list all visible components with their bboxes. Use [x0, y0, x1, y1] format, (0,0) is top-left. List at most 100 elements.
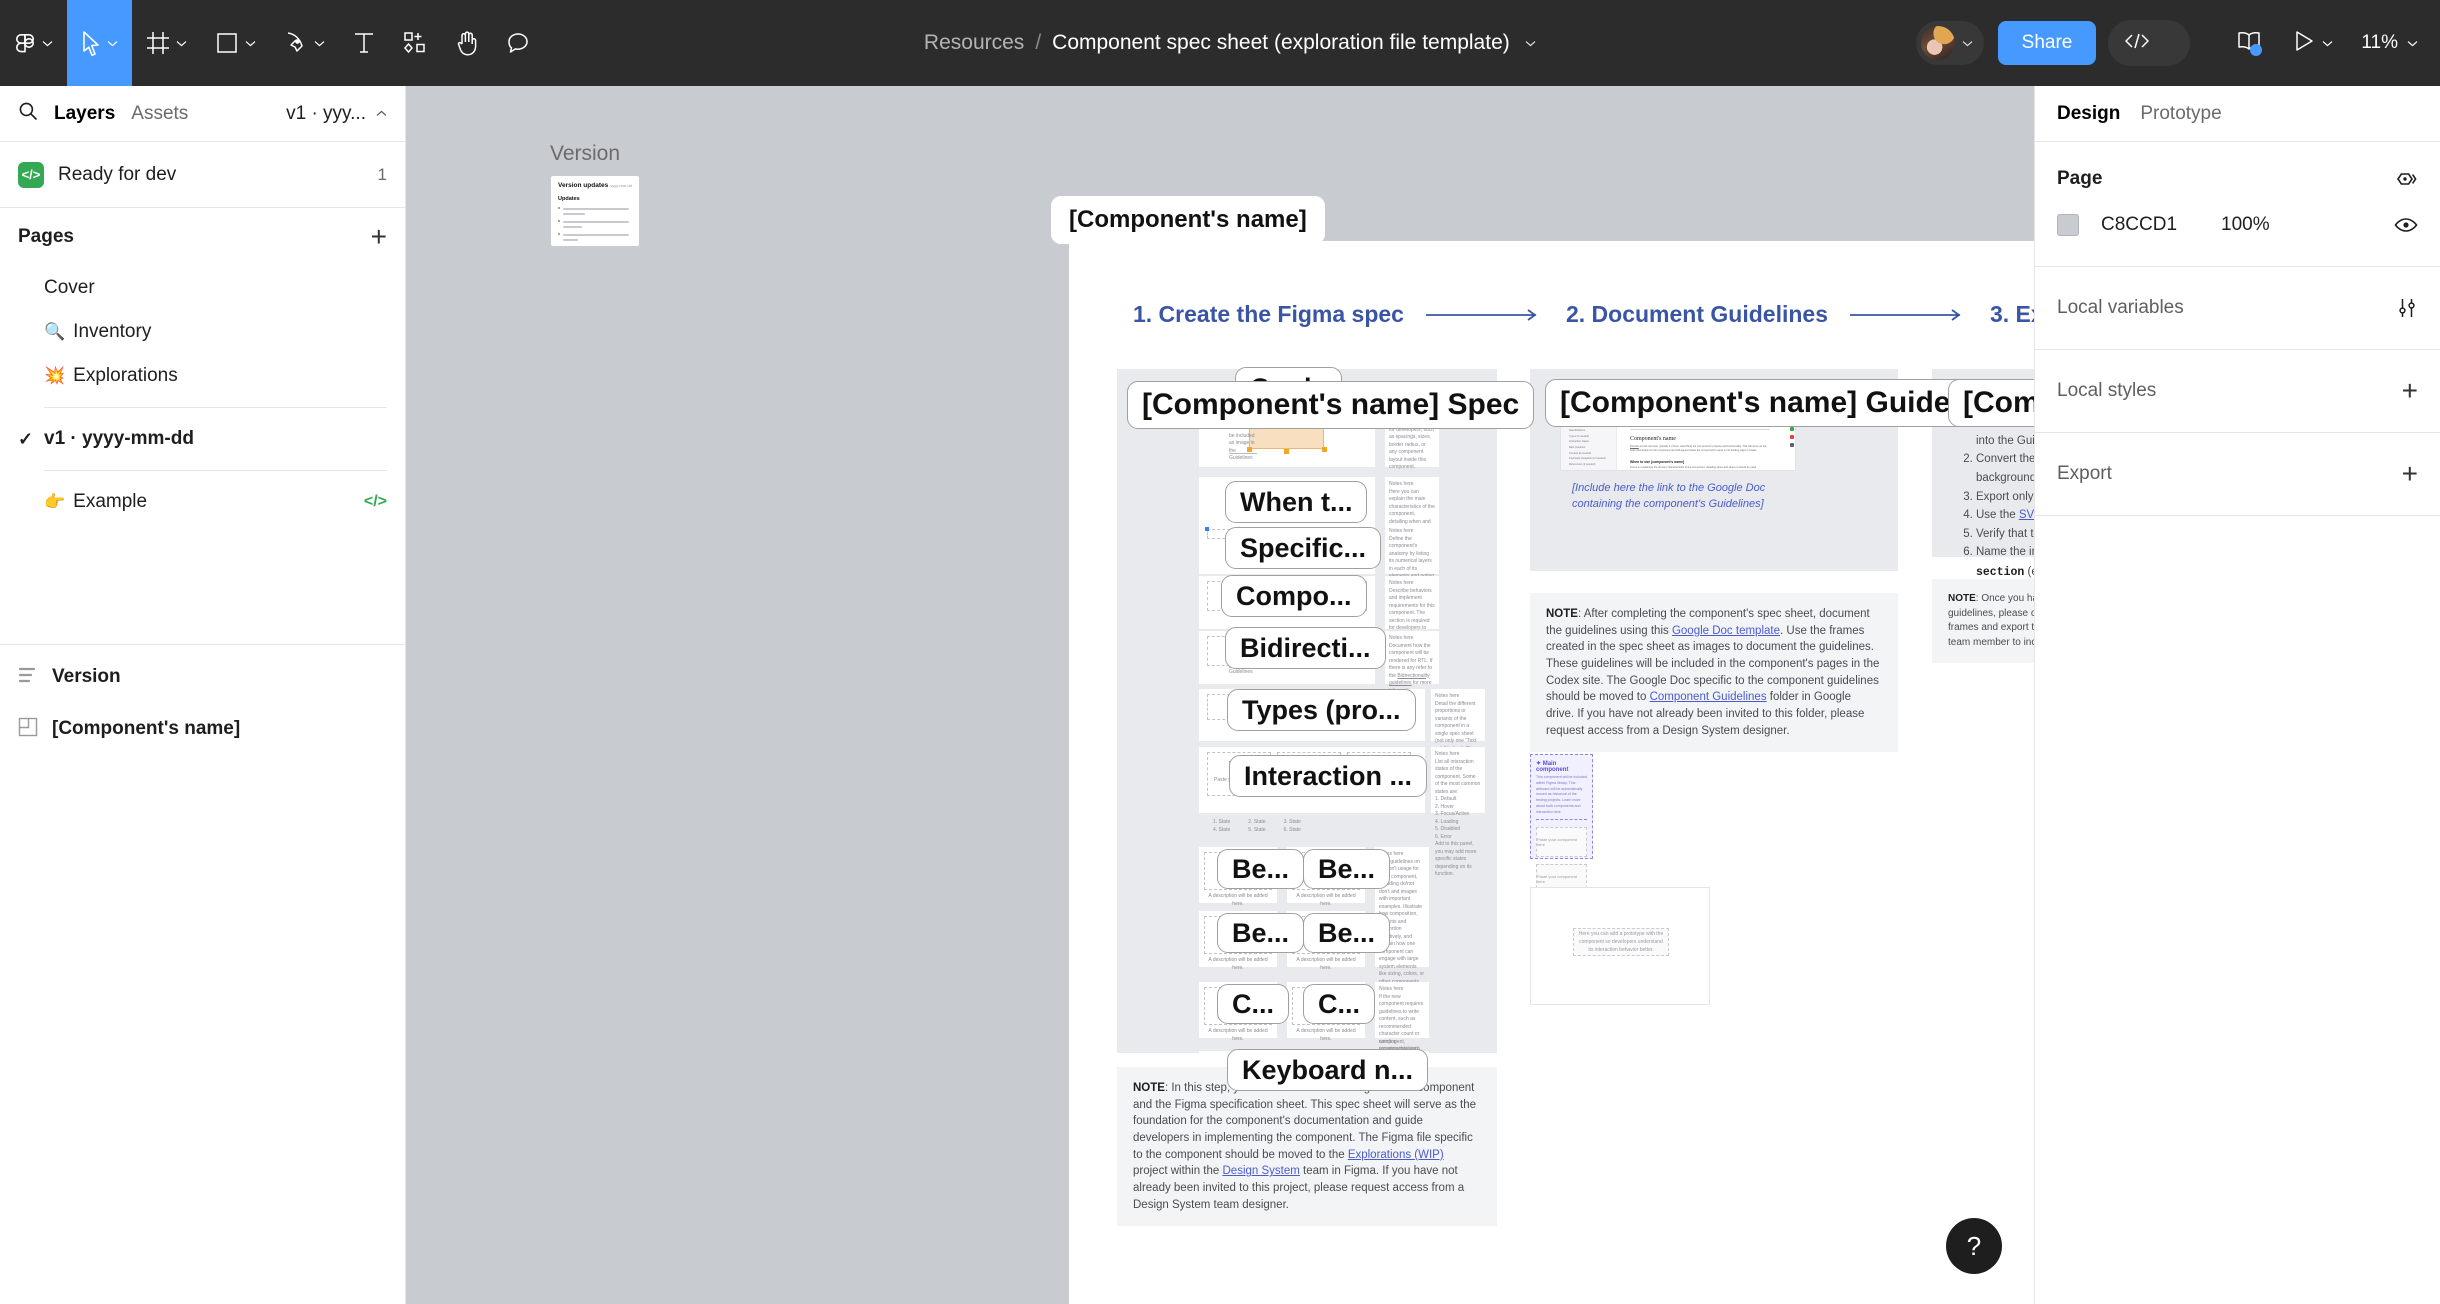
section-pill-keyboard-navigation[interactable]: Keyboard n...	[1227, 1049, 1429, 1091]
local-styles-row[interactable]: Local styles +	[2035, 368, 2440, 414]
zoom-menu[interactable]: 11%	[2349, 32, 2418, 54]
library-button[interactable]	[2220, 30, 2278, 57]
page-item-explorations[interactable]: 💥 Explorations	[0, 354, 405, 398]
tab-prototype[interactable]: Prototype	[2140, 103, 2221, 125]
page-item-example[interactable]: 👉 Example </>	[0, 480, 405, 524]
user-avatar-menu[interactable]	[1915, 21, 1984, 65]
dev-mode-toggle[interactable]	[2108, 20, 2191, 66]
fill-hex-value[interactable]: C8CCD1	[2101, 214, 2221, 236]
note-link-design-system[interactable]: Design System	[1223, 1165, 1300, 1177]
images-column[interactable]: eet as Move the sections of the spec you…	[1932, 369, 2034, 579]
dev-ready-code-icon[interactable]: </>	[364, 493, 387, 511]
images-frame-pill[interactable]: [Component's name] Images	[1948, 379, 2034, 427]
layer-label: Version	[52, 666, 121, 687]
breadcrumb-parent[interactable]: Resources	[924, 31, 1024, 55]
fill-opacity-value[interactable]: 100%	[2221, 214, 2270, 236]
frame-title-label[interactable]: [Component's name]	[1051, 196, 1325, 244]
file-title[interactable]: Component spec sheet (exploration file t…	[1052, 31, 1510, 55]
comment-icon	[506, 31, 530, 55]
ready-for-dev-count: 1	[377, 164, 387, 184]
layer-label: [Component's name]	[52, 718, 241, 739]
canvas[interactable]: Version Version updates yyyy-mm-dd Updat…	[406, 86, 2034, 1304]
fill-color-swatch[interactable]	[2057, 214, 2079, 236]
version-section-label: Version	[550, 142, 621, 165]
tab-design[interactable]: Design	[2057, 103, 2120, 125]
chevron-down-icon[interactable]	[1525, 40, 1536, 47]
chevron-up-icon	[376, 110, 387, 117]
pen-tool-button[interactable]	[270, 0, 339, 86]
prototype-frame[interactable]: Here you can add a prototype with the co…	[1530, 887, 1710, 1005]
move-tool-button[interactable]	[67, 0, 132, 86]
version-updates-bullet	[558, 205, 632, 215]
version-updates-title: Version updates	[558, 182, 609, 189]
layer-row-component[interactable]: [Component's name]	[0, 703, 405, 755]
search-icon[interactable]	[18, 101, 38, 126]
page-fill-row[interactable]: C8CCD1 100%	[2035, 202, 2440, 248]
main-frame[interactable]: 1. Create the Figma spec 2. Document Gui…	[1069, 241, 2034, 1304]
visibility-eye-icon[interactable]	[2394, 217, 2418, 233]
export-row[interactable]: Export +	[2035, 451, 2440, 497]
practice-caption: A description will be added here.	[1208, 893, 1268, 907]
file-breadcrumb: Resources / Component spec sheet (explor…	[544, 31, 1916, 55]
section-pill-best-practices[interactable]: Be...	[1303, 849, 1391, 889]
spec-frame-pill[interactable]: [Component's name] Spec	[1127, 381, 1535, 429]
state-caption-row: 1. State 2. State 3. State 4. State 5. St…	[1213, 819, 1301, 833]
note-link-gdoc-template[interactable]: Google Doc template	[1672, 625, 1780, 637]
present-button[interactable]	[2278, 30, 2349, 57]
steps-header: 1. Create the Figma spec 2. Document Gui…	[1069, 301, 2034, 328]
section-pill-best-practices[interactable]: Be...	[1217, 849, 1305, 889]
actions-tool-button[interactable]	[389, 0, 442, 86]
frame-tool-button[interactable]	[132, 0, 201, 86]
section-pill-specifications[interactable]: Specific...	[1225, 527, 1382, 569]
section-pill-best-practices[interactable]: Be...	[1303, 913, 1391, 953]
note-link-explorations[interactable]: Explorations (WIP)	[1348, 1149, 1444, 1161]
tab-layers[interactable]: Layers	[54, 103, 115, 125]
sliders-icon[interactable]	[2396, 297, 2418, 319]
page-item-v1[interactable]: ✓ v1 · yyyy-mm-dd	[0, 417, 405, 461]
ready-for-dev-row[interactable]: </> Ready for dev 1	[0, 142, 405, 208]
version-updates-date: yyyy-mm-dd	[610, 183, 632, 188]
step-1-heading: 1. Create the Figma spec	[1132, 301, 1404, 327]
version-selector[interactable]: v1 · yyy...	[286, 103, 387, 125]
gdoc-link-caption[interactable]: [Include here the link to the Google Doc…	[1572, 481, 1802, 513]
help-button[interactable]: ?	[1946, 1218, 2002, 1274]
main-component-slot[interactable]: Paste your component here	[1536, 827, 1587, 858]
note-link-component-guidelines[interactable]: Component Guidelines	[1650, 691, 1767, 703]
right-sidebar: Design Prototype Page C8CCD1 100% Local …	[2034, 86, 2440, 1304]
section-pill-bidirectionality[interactable]: Bidirecti...	[1225, 627, 1386, 669]
page-settings-icon[interactable]	[2394, 169, 2418, 189]
local-variables-row[interactable]: Local variables	[2035, 285, 2440, 331]
gdoc-subheading: When to use [component's name]	[1630, 459, 1685, 464]
spec-column[interactable]: Notes hereDocument the component specifi…	[1117, 367, 1497, 1159]
export-section: Export +	[2035, 433, 2440, 516]
add-export-button[interactable]: +	[2402, 460, 2418, 488]
section-pill-interaction-states[interactable]: Interaction ...	[1229, 755, 1428, 797]
guidelines-column[interactable]: Sl.Intro Component's name When to use [c…	[1530, 369, 2034, 571]
tab-assets[interactable]: Assets	[131, 103, 188, 125]
add-page-button[interactable]: +	[371, 223, 387, 251]
page-item-inventory[interactable]: 🔍 Inventory	[0, 310, 405, 354]
share-button[interactable]: Share	[1997, 21, 2097, 65]
pages-divider	[44, 470, 387, 471]
figma-menu-button[interactable]	[0, 0, 67, 86]
add-local-style-button[interactable]: +	[2402, 377, 2418, 405]
hand-tool-button[interactable]	[442, 0, 492, 86]
section-pill-types[interactable]: Types (pro...	[1227, 689, 1416, 731]
shape-tool-button[interactable]	[201, 0, 270, 86]
spec-dim-note: This will not be included as image in th…	[1229, 425, 1255, 461]
step-3-heading: 3. Export SVG images	[1989, 301, 2034, 327]
section-pill-content[interactable]: C...	[1303, 984, 1376, 1024]
version-updates-card[interactable]: Version updates yyyy-mm-dd Updates	[551, 176, 639, 246]
section-pill-best-practices[interactable]: Be...	[1217, 913, 1305, 953]
pointing-hand-emoji-icon: 👉	[44, 492, 66, 511]
export-step: Convert these sections to frames and rem…	[1976, 450, 2034, 487]
section-pill-component-layout[interactable]: Compo...	[1221, 575, 1367, 617]
layer-row-version[interactable]: Version	[0, 651, 405, 703]
text-tool-button[interactable]	[339, 0, 389, 86]
main-component-card[interactable]: ✦ Main component This component will be …	[1530, 754, 1593, 895]
page-item-cover[interactable]: Cover	[0, 266, 405, 310]
comment-tool-button[interactable]	[492, 0, 544, 86]
svg-export-plugin-link[interactable]: SVG Export plugin	[2019, 509, 2034, 521]
section-pill-when-to-use[interactable]: When t...	[1225, 481, 1368, 523]
section-pill-content[interactable]: C...	[1217, 984, 1290, 1024]
